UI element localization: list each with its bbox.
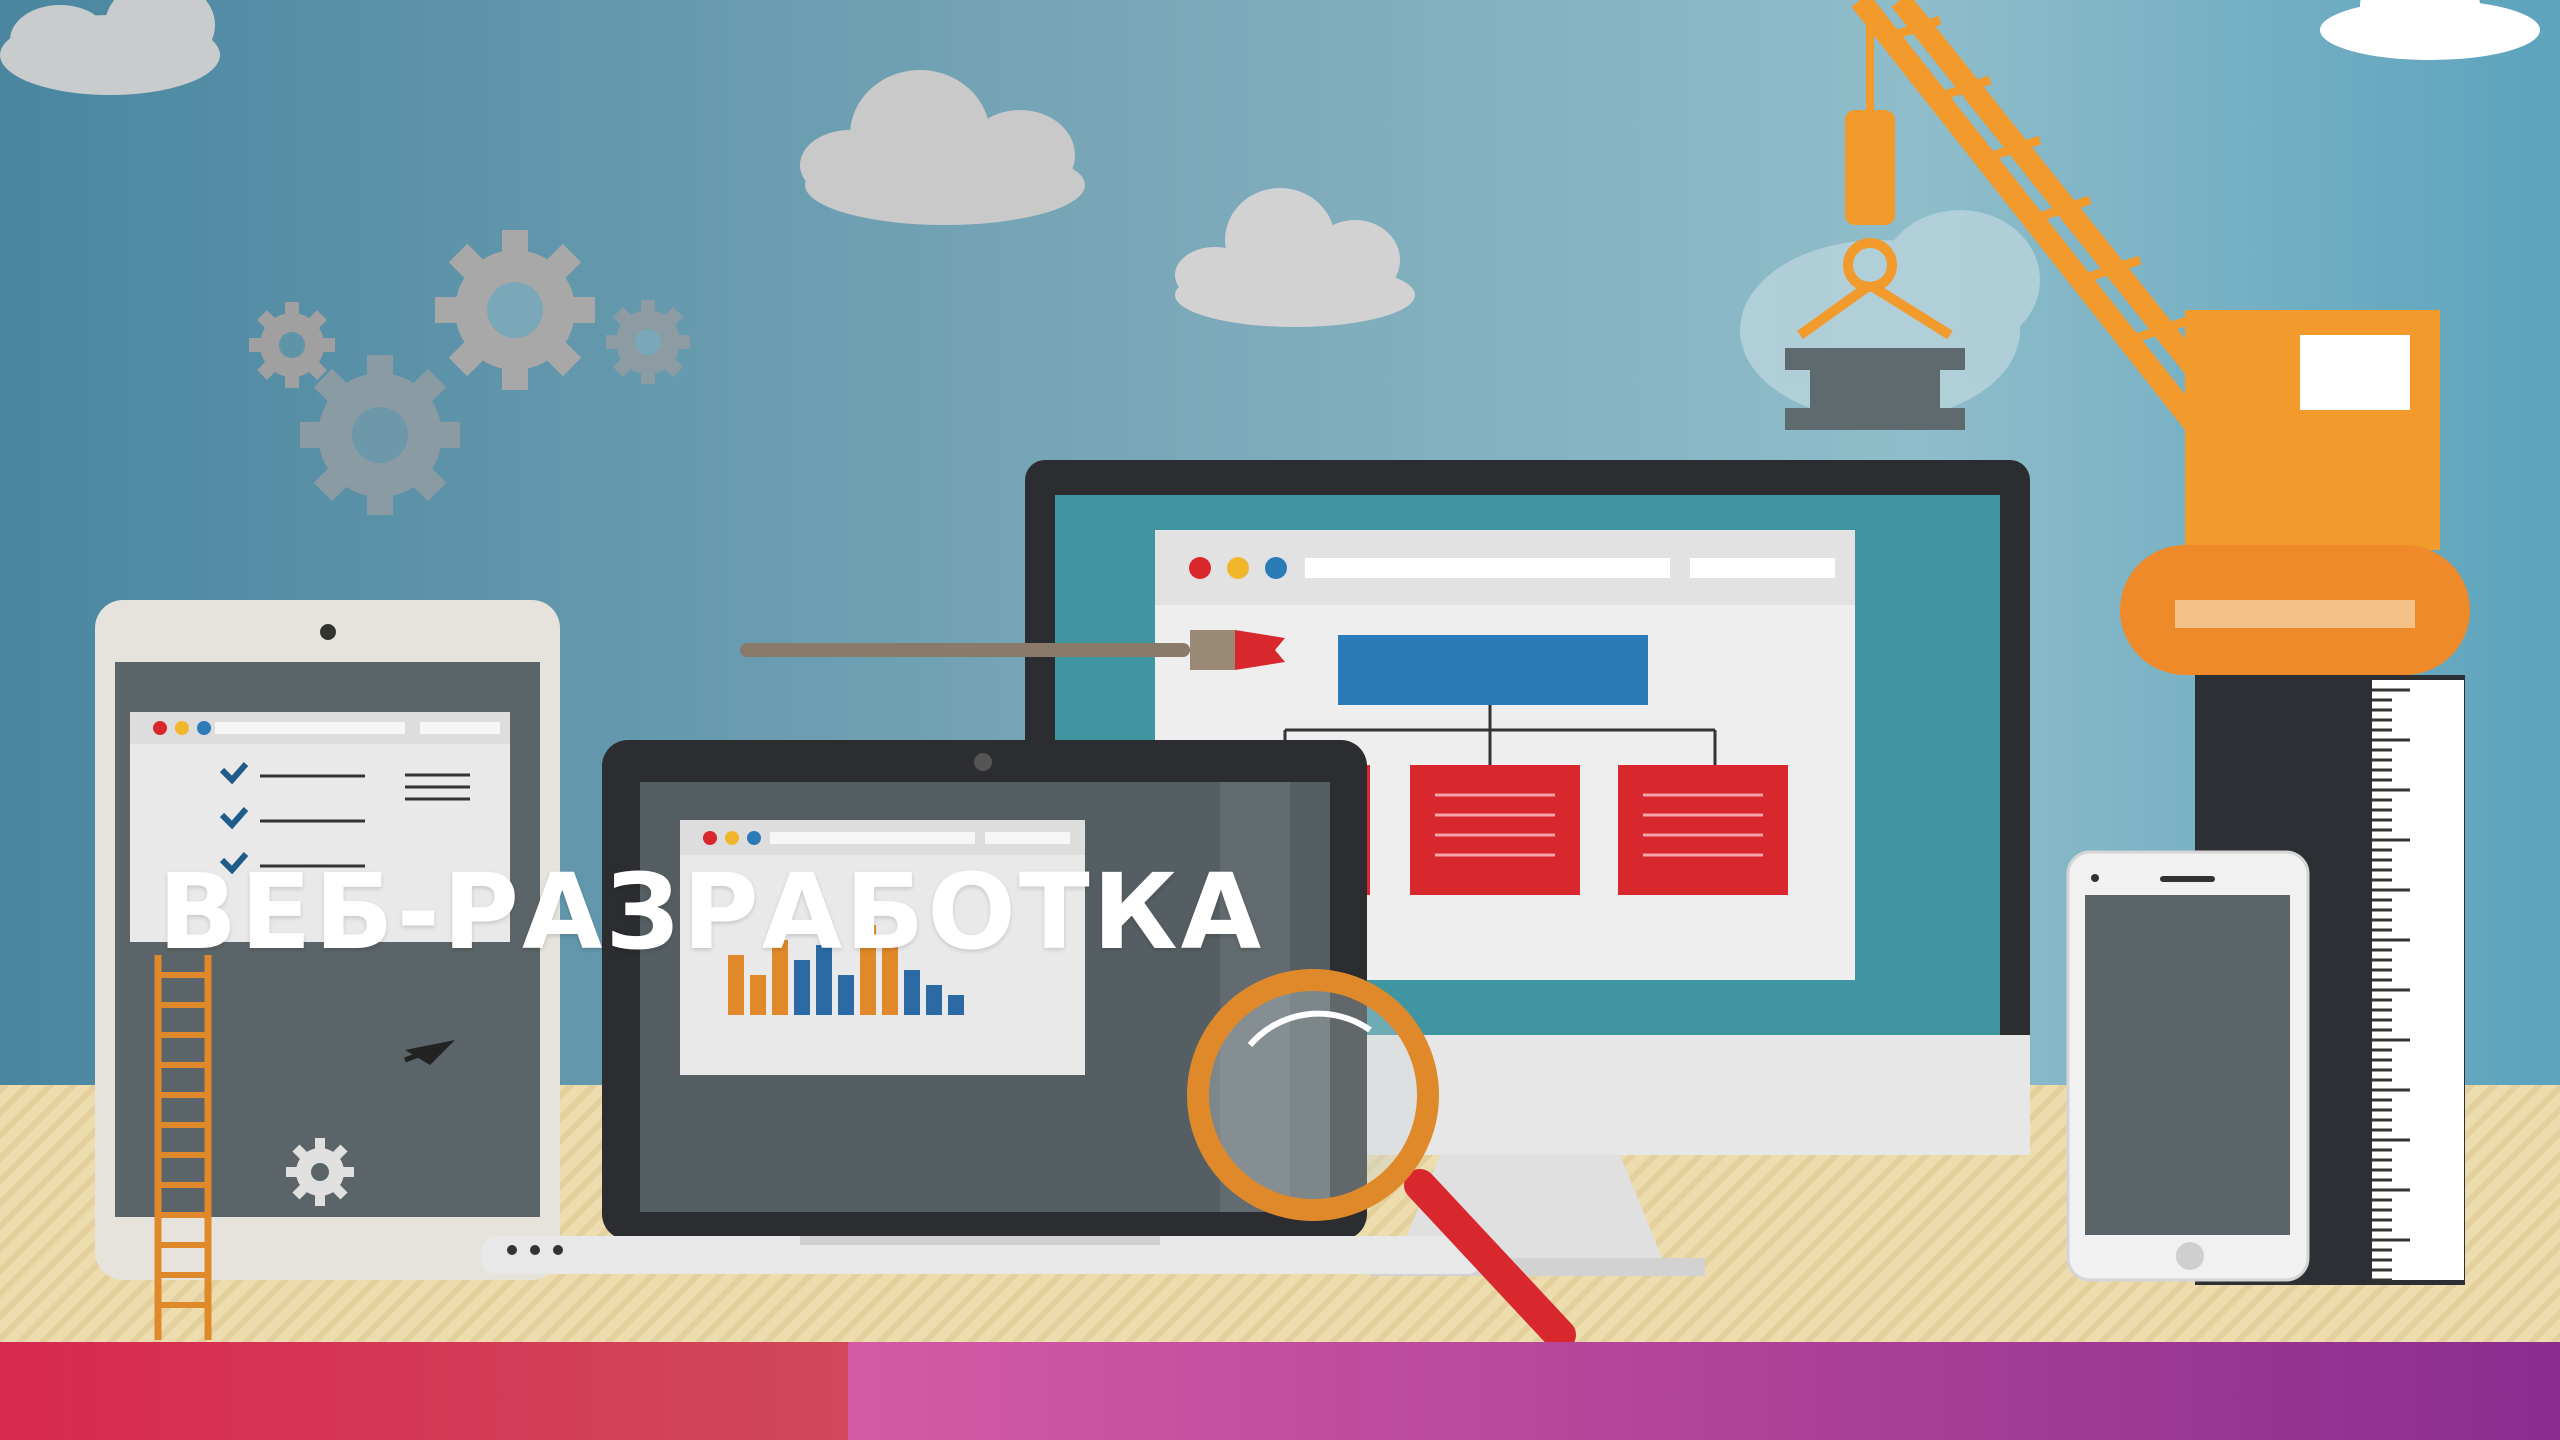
gear-icon bbox=[606, 300, 690, 384]
gear-icon bbox=[435, 230, 595, 390]
gear-icon bbox=[286, 1138, 354, 1206]
page-title: ВЕБ-РАЗРАБОТКА bbox=[158, 851, 1265, 973]
accent-bar bbox=[0, 1342, 2560, 1440]
gear-icon bbox=[300, 355, 460, 515]
banner: ВЕБ-РАЗРАБОТКА bbox=[0, 0, 2560, 1440]
smartphone bbox=[2066, 850, 2310, 1282]
web-development-illustration bbox=[0, 0, 2560, 1440]
cloud bbox=[2320, 0, 2540, 60]
ruler bbox=[2372, 680, 2464, 1282]
cloud bbox=[0, 0, 220, 95]
